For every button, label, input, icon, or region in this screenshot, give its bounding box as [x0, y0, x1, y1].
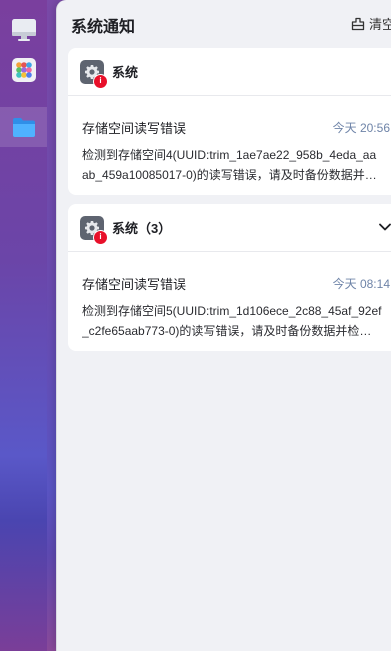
notification-card-header: i 系统: [68, 48, 391, 96]
monitor-icon: [11, 19, 36, 41]
dock-item-files[interactable]: [0, 107, 47, 147]
alert-badge: i: [93, 73, 108, 89]
app-center-icon: [11, 58, 36, 82]
clear-label: 清空: [369, 17, 391, 32]
chevron-down-icon[interactable]: [378, 220, 391, 234]
clear-icon: [351, 17, 365, 30]
notification-time: 今天 20:56: [332, 121, 390, 135]
folder-icon: [12, 118, 35, 137]
notification-title: 存储空间读写错误: [82, 277, 187, 292]
panel-title: 系统通知: [71, 19, 136, 36]
alert-badge: i: [93, 229, 108, 245]
notification-body: 存储空间读写错误 今天 20:56 检测到存储空间4(UUID:trim_1ae…: [68, 96, 391, 199]
dock-item-app-center[interactable]: [0, 50, 47, 90]
notification-card[interactable]: i 系统 存储空间读写错误 今天 20:56 检测到存储空间4(UUID:tri…: [68, 48, 391, 195]
notification-card[interactable]: i 系统（3） 存储空间读写错误 今天 08:14 检测到存储空间5(UUID:…: [68, 204, 391, 351]
notification-title: 存储空间读写错误: [82, 121, 187, 136]
notification-text: 检测到存储空间5(UUID:trim_1d106ece_2c88_45af_92…: [82, 304, 382, 338]
notification-body: 存储空间读写错误 今天 08:14 检测到存储空间5(UUID:trim_1d1…: [68, 252, 391, 355]
notification-app-name: 系统（3）: [112, 221, 172, 236]
clear-button[interactable]: 清空: [351, 14, 391, 33]
panel-header: 系统通知: [71, 12, 135, 38]
notification-text: 检测到存储空间4(UUID:trim_1ae7ae22_958b_4eda_aa…: [82, 148, 377, 182]
notification-card-header: i 系统（3）: [68, 204, 391, 252]
system-app-icon: i: [80, 59, 108, 89]
dock-item-monitor[interactable]: [0, 10, 47, 50]
notification-panel: 系统通知 清空 i 系统 存储空间读写错误 今天 20:56 检测到存储空间4(…: [56, 0, 391, 651]
notification-app-name: 系统: [112, 65, 139, 80]
dock: [0, 0, 47, 651]
notification-time: 今天 08:14: [332, 277, 390, 291]
system-app-icon: i: [80, 215, 108, 245]
